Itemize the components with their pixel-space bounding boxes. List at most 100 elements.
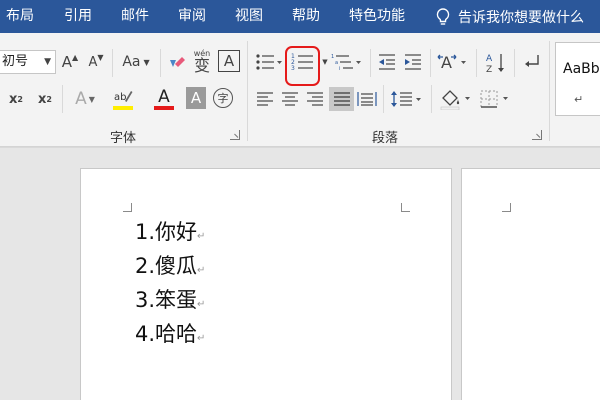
decrease-indent-button[interactable] bbox=[376, 51, 398, 73]
separator bbox=[247, 41, 248, 141]
margin-corner-top-left bbox=[502, 203, 511, 212]
show-hide-marks-button[interactable] bbox=[520, 51, 544, 73]
separator bbox=[62, 85, 63, 113]
line-spacing-icon bbox=[391, 91, 421, 107]
style-sample-text: AaBb bbox=[563, 61, 600, 77]
style-paragraph-mark: ↵ bbox=[574, 93, 584, 106]
style-gallery-normal[interactable]: AaBb ↵ bbox=[555, 42, 600, 116]
font-size-select[interactable]: 初号 ▼ bbox=[0, 50, 56, 74]
font-color-swatch bbox=[154, 105, 174, 110]
phonetic-bian-label: 变 bbox=[193, 56, 210, 75]
list-item[interactable]: 2.傻瓜↵ bbox=[135, 250, 205, 280]
separator bbox=[514, 49, 515, 77]
svg-text:A: A bbox=[486, 54, 493, 64]
change-case-button[interactable]: Aa ▼ bbox=[118, 50, 154, 74]
shrink-font-button[interactable]: A ▼ bbox=[86, 50, 106, 74]
distributed-icon bbox=[357, 92, 377, 106]
bullet-list-icon bbox=[256, 54, 282, 70]
justify-icon bbox=[333, 92, 350, 106]
font-color-label: A bbox=[158, 86, 170, 107]
list-item[interactable]: 4.哈哈↵ bbox=[135, 318, 205, 348]
svg-text:A: A bbox=[441, 53, 452, 72]
page-1[interactable]: 1.你好↵ 2.傻瓜↵ 3.笨蛋↵ 4.哈哈↵ bbox=[80, 168, 452, 400]
clear-formatting-button[interactable] bbox=[166, 50, 188, 74]
highlight-swatch bbox=[113, 105, 133, 110]
list-item[interactable]: 3.笨蛋↵ bbox=[135, 284, 205, 314]
shrink-font-icon: A bbox=[88, 54, 98, 70]
font-color-button[interactable]: A bbox=[145, 85, 183, 113]
align-center-icon bbox=[282, 92, 298, 106]
chinese-layout-button[interactable]: A bbox=[436, 51, 470, 73]
svg-text:Z: Z bbox=[486, 65, 492, 75]
list-item[interactable]: 1.你好↵ bbox=[135, 216, 205, 246]
subscript-button[interactable]: x2 bbox=[0, 87, 32, 111]
tab-review[interactable]: 审阅 bbox=[178, 0, 206, 33]
svg-text:i: i bbox=[339, 66, 340, 71]
tab-layout[interactable]: 布局 bbox=[6, 0, 34, 33]
align-center-button[interactable] bbox=[279, 89, 301, 109]
text-effects-button[interactable]: A ▼ bbox=[70, 87, 100, 111]
align-right-icon bbox=[307, 92, 323, 106]
paint-bucket-icon bbox=[440, 90, 470, 110]
sort-button[interactable]: A Z bbox=[484, 50, 508, 76]
decrease-indent-icon bbox=[379, 54, 395, 70]
svg-text:1: 1 bbox=[331, 54, 334, 60]
separator bbox=[383, 85, 384, 113]
superscript-button[interactable]: x2 bbox=[34, 87, 56, 111]
increase-indent-icon bbox=[405, 54, 421, 70]
separator bbox=[476, 49, 477, 77]
align-left-button[interactable] bbox=[254, 89, 276, 109]
separator bbox=[160, 49, 161, 77]
separator bbox=[549, 41, 550, 141]
margin-corner-top-left bbox=[123, 203, 132, 212]
page-2[interactable] bbox=[461, 168, 600, 400]
tab-references[interactable]: 引用 bbox=[64, 0, 92, 33]
margin-corner-top-right bbox=[401, 203, 410, 212]
paragraph-dialog-launcher[interactable] bbox=[532, 130, 542, 140]
character-border-button[interactable]: A bbox=[218, 50, 240, 72]
grow-font-icon: A bbox=[61, 53, 73, 71]
character-border-label: A bbox=[223, 52, 235, 70]
tab-help[interactable]: 帮助 bbox=[292, 0, 320, 33]
tab-view[interactable]: 视图 bbox=[235, 0, 263, 33]
menu-bar: 布局 引用 邮件 审阅 视图 帮助 特色功能 告诉我你想要做什么 bbox=[0, 0, 600, 33]
svg-text:a: a bbox=[335, 60, 338, 66]
chinese-layout-icon: A bbox=[437, 53, 466, 72]
grow-font-button[interactable]: A ▲ bbox=[60, 50, 80, 74]
tab-mailings[interactable]: 邮件 bbox=[121, 0, 149, 33]
svg-text:ab: ab bbox=[114, 92, 126, 103]
sort-az-icon: A Z bbox=[486, 54, 504, 75]
document-area: 1.你好↵ 2.傻瓜↵ 3.笨蛋↵ 4.哈哈↵ bbox=[0, 148, 600, 400]
font-group-label: 字体 bbox=[110, 131, 137, 146]
multilevel-list-button[interactable]: 1 a i bbox=[330, 51, 364, 73]
phonetic-guide-button[interactable]: wén 变 bbox=[191, 48, 213, 76]
highlight-color-button[interactable]: ab bbox=[104, 85, 142, 113]
tell-me-box[interactable]: 告诉我你想要做什么 bbox=[436, 0, 584, 33]
character-shading-button[interactable]: A bbox=[186, 87, 206, 109]
font-dialog-launcher[interactable] bbox=[230, 130, 240, 140]
change-case-icon: Aa bbox=[122, 54, 141, 70]
eraser-icon bbox=[170, 57, 185, 67]
tab-special-features[interactable]: 特色功能 bbox=[349, 0, 405, 33]
numbering-dropdown-icon[interactable]: ▼ bbox=[322, 57, 328, 67]
bullets-button[interactable] bbox=[254, 51, 284, 73]
separator bbox=[430, 49, 431, 77]
align-right-button[interactable] bbox=[304, 89, 326, 109]
chevron-down-icon: ▼ bbox=[44, 57, 51, 67]
tell-me-text: 告诉我你想要做什么 bbox=[458, 9, 584, 26]
increase-indent-button[interactable] bbox=[402, 51, 424, 73]
font-size-value: 初号 bbox=[2, 54, 29, 69]
paragraph-group-label: 段落 bbox=[372, 131, 399, 146]
justify-button[interactable] bbox=[329, 87, 354, 111]
separator bbox=[370, 49, 371, 77]
lightbulb-icon bbox=[436, 7, 450, 25]
distributed-button[interactable] bbox=[356, 89, 378, 109]
line-spacing-button[interactable] bbox=[389, 89, 425, 109]
borders-button[interactable] bbox=[478, 87, 514, 111]
multilevel-list-icon: 1 a i bbox=[331, 54, 361, 71]
ribbon: 初号 ▼ A ▲ A ▼ Aa ▼ wén 变 A x2 x2 A ▼ ab A A bbox=[0, 33, 600, 147]
numbering-highlight-ring bbox=[285, 46, 320, 86]
shading-button[interactable] bbox=[438, 87, 474, 111]
enclose-characters-button[interactable]: 字 bbox=[212, 87, 234, 109]
borders-icon bbox=[480, 90, 508, 108]
